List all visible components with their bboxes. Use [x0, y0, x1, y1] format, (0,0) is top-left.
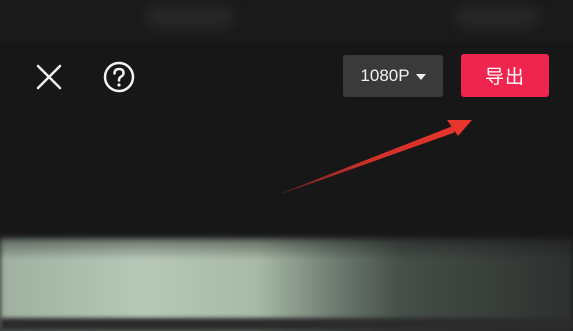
export-label: 导出: [484, 67, 525, 88]
help-button[interactable]: [102, 60, 136, 94]
resolution-label: 1080P: [360, 66, 410, 85]
help-icon: [103, 61, 135, 93]
close-button[interactable]: [33, 61, 65, 93]
caret-down-icon: [415, 73, 426, 80]
export-screen: 1080P 导出: [0, 0, 573, 331]
close-icon: [36, 64, 62, 90]
blurred-status-bar: [0, 0, 573, 42]
export-button[interactable]: 导出: [461, 54, 549, 97]
preview-bottom-edge: [0, 318, 573, 331]
resolution-dropdown[interactable]: 1080P: [343, 55, 443, 97]
preview-fade: [0, 215, 573, 260]
